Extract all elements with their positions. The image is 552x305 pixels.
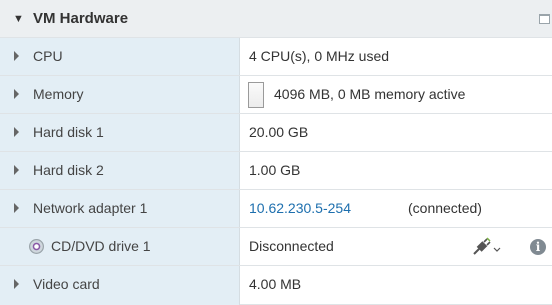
row-label-cell[interactable]: Hard disk 1 [0,114,240,151]
row-video-card: Video card 4.00 MB [0,266,552,305]
row-label: Video card [33,276,100,292]
network-link[interactable]: 10.62.230.5-254 [249,200,351,216]
row-label-cell: CD/DVD drive 1 [0,228,240,265]
expand-icon[interactable] [14,203,19,213]
row-value: 4 CPU(s), 0 MHz used [249,48,390,64]
row-label: Hard disk 2 [33,162,104,178]
row-label: Memory [33,86,84,102]
row-cpu: CPU 4 CPU(s), 0 MHz used [0,38,552,76]
row-label: Hard disk 1 [33,124,104,140]
row-label: CPU [33,48,63,64]
row-label-cell[interactable]: Network adapter 1 [0,190,240,227]
row-value: 4096 MB, 0 MB memory active [274,86,466,102]
row-value: 4.00 MB [249,276,302,292]
memory-usage-bar [248,82,264,108]
row-label-cell[interactable]: Video card [0,266,240,305]
row-label-cell[interactable]: Hard disk 2 [0,152,240,189]
expand-icon[interactable] [14,279,19,289]
connect-plug-icon[interactable] [471,237,501,257]
row-memory: Memory 4096 MB, 0 MB memory active [0,76,552,114]
expand-icon[interactable] [14,127,19,137]
row-label: Network adapter 1 [33,200,148,216]
panel-header[interactable]: ▼ VM Hardware [0,0,552,38]
row-label: CD/DVD drive 1 [51,238,151,254]
row-cd-dvd-drive-1: CD/DVD drive 1 Disconnected i [0,228,552,266]
row-label-cell[interactable]: CPU [0,38,240,75]
row-value: 1.00 GB [249,162,301,178]
network-status: (connected) [408,200,482,216]
row-network-adapter-1: Network adapter 1 10.62.230.5-254 (conne… [0,190,552,228]
panel-title: VM Hardware [33,10,129,27]
row-value: 20.00 GB [249,124,309,140]
expand-icon[interactable] [14,51,19,61]
expand-icon[interactable] [14,165,19,175]
row-hard-disk-2: Hard disk 2 1.00 GB [0,152,552,190]
vm-hardware-panel: ▼ VM Hardware CPU 4 CPU(s), 0 MHz used M… [0,0,552,305]
caret-down-icon[interactable]: ▼ [13,13,24,25]
maximize-icon[interactable] [539,14,550,24]
row-label-cell[interactable]: Memory [0,76,240,113]
expand-icon[interactable] [14,89,19,99]
row-value: Disconnected [249,238,334,254]
cd-dvd-icon [29,239,44,254]
row-hard-disk-1: Hard disk 1 20.00 GB [0,114,552,152]
info-icon[interactable]: i [530,239,546,255]
